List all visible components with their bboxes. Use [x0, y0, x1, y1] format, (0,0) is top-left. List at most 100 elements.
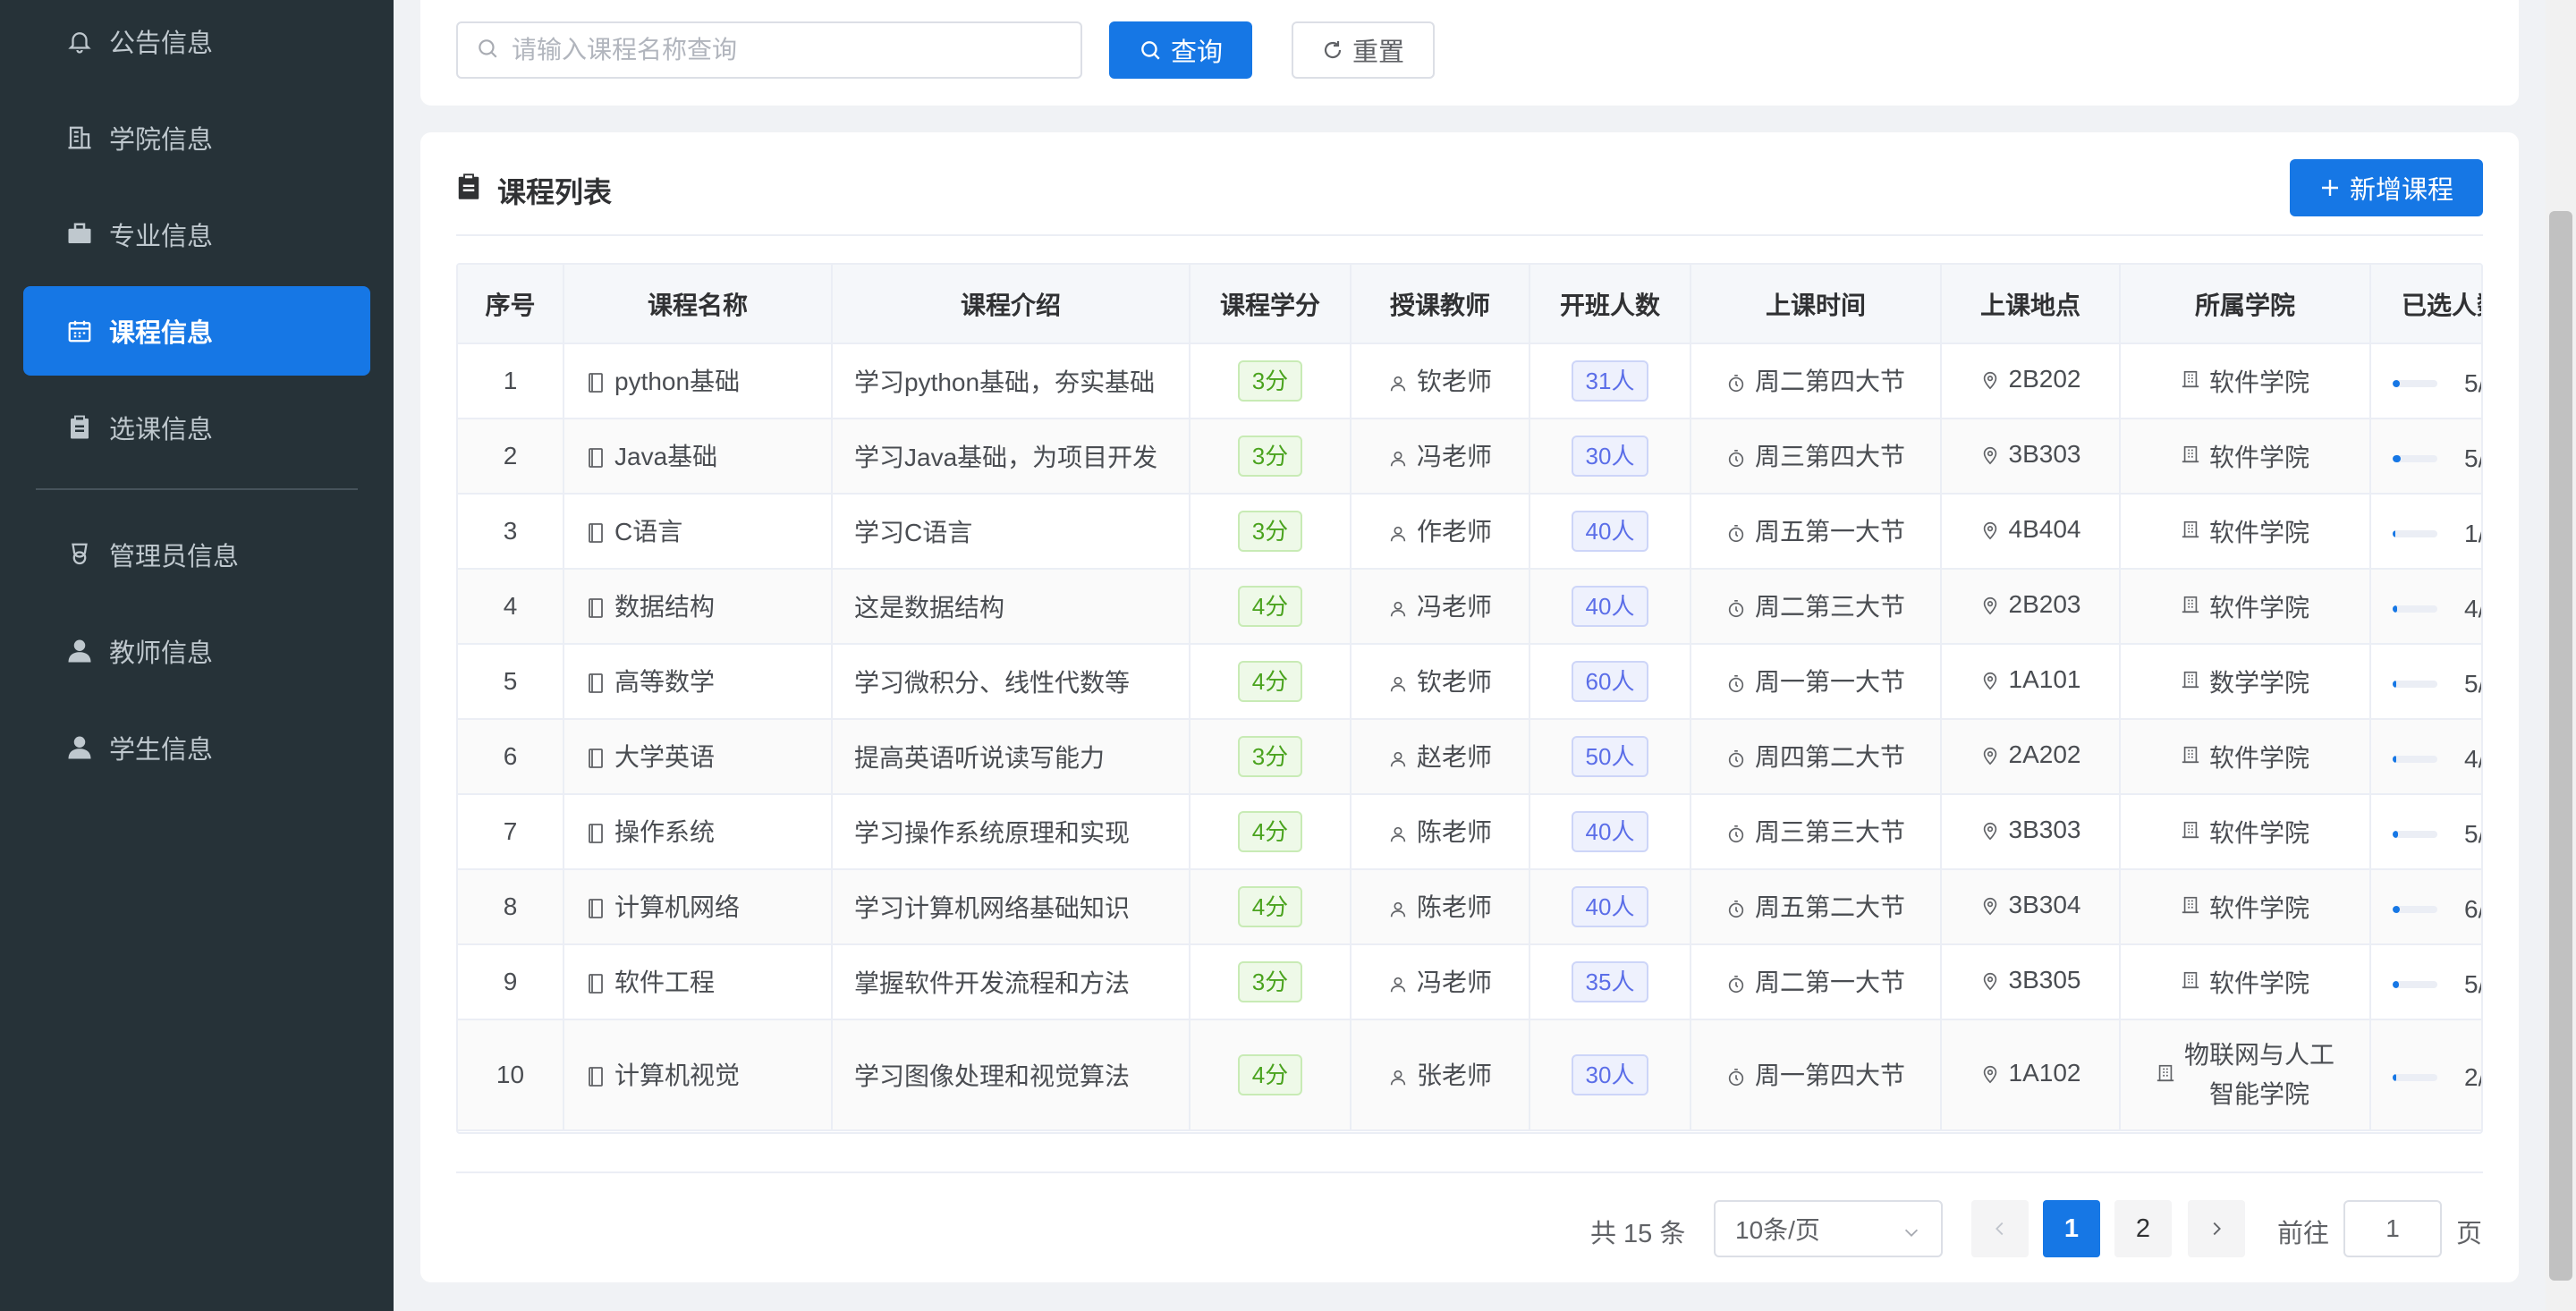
credit-tag: 3分 [1237, 736, 1303, 777]
place-text: 3B303 [2008, 440, 2081, 468]
cell-college: 软件学院 [2120, 944, 2371, 1020]
user-icon [1388, 672, 1408, 700]
page-button-2[interactable]: 2 [2114, 1200, 2172, 1257]
teacher-text: 张老师 [1416, 1061, 1492, 1089]
office-building-icon [2156, 1061, 2175, 1089]
selected-count: 5/30 [2464, 444, 2481, 472]
sidebar-item-majors[interactable]: 专业信息 [23, 190, 370, 279]
college-wrap: 软件学院 [2181, 363, 2309, 399]
prev-page-button[interactable] [1971, 1200, 2029, 1257]
cell-course-name: Java基础 [564, 419, 833, 495]
progress-fill [2393, 454, 2401, 462]
column-header: 所属学院 [2120, 265, 2371, 344]
table-row: 2 Java基础 学习Java基础，为项目开发 3分 冯老师 30人 周三第四大节 3B303… [458, 419, 2481, 495]
cell-course-name: 大学英语 [564, 719, 833, 795]
cell-no: 2 [458, 419, 564, 495]
class-size-tag: 50人 [1571, 736, 1649, 777]
timer-icon [1726, 897, 1746, 926]
cell-time: 周三第四大节 [1690, 419, 1942, 495]
teacher-text: 陈老师 [1416, 893, 1492, 921]
selection-progress: 6/40 [2393, 895, 2481, 924]
sidebar-item-colleges[interactable]: 学院信息 [23, 93, 370, 182]
credit-tag: 4分 [1237, 661, 1303, 702]
page-scrollbar-thumb[interactable] [2549, 211, 2572, 1281]
selection-progress: 5/40 [2393, 820, 2481, 849]
selected-count: 4/50 [2464, 744, 2481, 773]
progress-fill [2393, 830, 2398, 838]
office-building-icon [2181, 517, 2200, 546]
page-size-select[interactable]: 10条/页 [1714, 1200, 1943, 1257]
table-header: 序号 课程名称 课程介绍 课程学分 授课教师 开班人数 上课时间 上课地点 所属… [458, 265, 2481, 344]
credit-tag: 4分 [1237, 586, 1303, 627]
class-size-tag: 40人 [1571, 811, 1649, 852]
sidebar-item-courses[interactable]: 课程信息 [23, 286, 370, 376]
query-button[interactable]: 查询 [1109, 21, 1252, 79]
course-name-text: 软件工程 [614, 968, 716, 996]
progress-fill [2393, 680, 2396, 688]
page-button-1[interactable]: 1 [2043, 1200, 2100, 1257]
cell-class-size: 50人 [1530, 719, 1691, 795]
sidebar-item-admins[interactable]: 管理员信息 [23, 510, 370, 599]
cell-course-intro: 学习图像处理和视觉算法 [832, 1019, 1191, 1131]
selection-progress: 4/50 [2393, 744, 2481, 774]
time-text: 周一第一大节 [1754, 668, 1905, 696]
cell-course-intro: 学习微积分、线性代数等 [832, 644, 1191, 720]
cell-course-intro: 学习python基础，夯实基础 [832, 343, 1191, 419]
cell-selected: 6/40 [2370, 869, 2481, 945]
add-course-label: 新增课程 [2349, 176, 2453, 205]
cell-place: 3B303 [1941, 794, 2121, 870]
sidebar-item-label: 管理员信息 [109, 543, 240, 571]
sidebar-item-teachers[interactable]: 教师信息 [23, 606, 370, 696]
search-input[interactable] [512, 36, 1048, 64]
column-header: 课程介绍 [832, 265, 1191, 344]
sidebar-item-label: 学生信息 [109, 736, 214, 765]
book-icon [586, 897, 606, 926]
selection-progress: 4/40 [2393, 595, 2481, 623]
progress-fill [2393, 1073, 2396, 1081]
sidebar-item-announcements[interactable]: 公告信息 [23, 0, 370, 86]
cell-no: 4 [458, 569, 564, 645]
add-course-button[interactable]: 新增课程 [2290, 159, 2483, 216]
class-size-tag: 30人 [1571, 1054, 1649, 1095]
college-wrap: 软件学院 [2181, 889, 2309, 925]
timer-icon [1726, 446, 1746, 475]
search-field[interactable] [456, 21, 1082, 79]
cell-course-intro: 掌握软件开发流程和方法 [832, 944, 1191, 1020]
cell-course-intro: 学习C语言 [832, 494, 1191, 570]
cell-teacher: 钦老师 [1351, 644, 1530, 720]
cell-teacher: 张老师 [1351, 1019, 1530, 1131]
sidebar-item-students[interactable]: 学生信息 [23, 703, 370, 792]
sidebar-item-course-selection[interactable]: 选课信息 [23, 383, 370, 472]
cell-teacher: 冯老师 [1351, 419, 1530, 495]
cell-college: 软件学院 [2120, 569, 2371, 645]
office-building-icon [2181, 892, 2200, 921]
user-icon [1388, 521, 1408, 550]
next-page-button[interactable] [2188, 1200, 2245, 1257]
table-row: 9 软件工程 掌握软件开发流程和方法 3分 冯老师 35人 周二第一大节 3B305 软件学院 5… [458, 944, 2481, 1020]
cell-no: 9 [458, 944, 564, 1020]
list-title-text: 课程列表 [497, 176, 613, 208]
column-header: 开班人数 [1530, 265, 1691, 344]
table-row: 3 C语言 学习C语言 3分 作老师 40人 周五第一大节 4B404 软件学院 1/40 [458, 494, 2481, 570]
cell-course-name: 高等数学 [564, 644, 833, 720]
college-wrap: 软件学院 [2181, 814, 2309, 850]
place-text: 4B404 [2008, 515, 2081, 543]
class-size-tag: 60人 [1571, 661, 1649, 702]
cell-time: 周二第四大节 [1690, 343, 1942, 419]
cell-no: 6 [458, 719, 564, 795]
column-header: 序号 [458, 265, 564, 344]
teacher-text: 钦老师 [1416, 668, 1492, 696]
cell-credit: 3分 [1190, 419, 1352, 495]
selection-progress: 5/60 [2393, 670, 2481, 698]
location-icon [1980, 368, 2000, 397]
column-header: 上课时间 [1690, 265, 1942, 344]
cell-selected: 5/35 [2370, 944, 2481, 1020]
college-wrap: 数学学院 [2181, 664, 2309, 699]
reset-button[interactable]: 重置 [1292, 21, 1435, 79]
goto-page-input[interactable] [2343, 1200, 2442, 1257]
progress-bar [2393, 379, 2437, 387]
college-text: 物联网与人工 智能学院 [2184, 1036, 2334, 1114]
place-text: 1A101 [2008, 665, 2081, 693]
teacher-text: 赵老师 [1416, 743, 1492, 771]
calendar-icon [64, 316, 95, 346]
